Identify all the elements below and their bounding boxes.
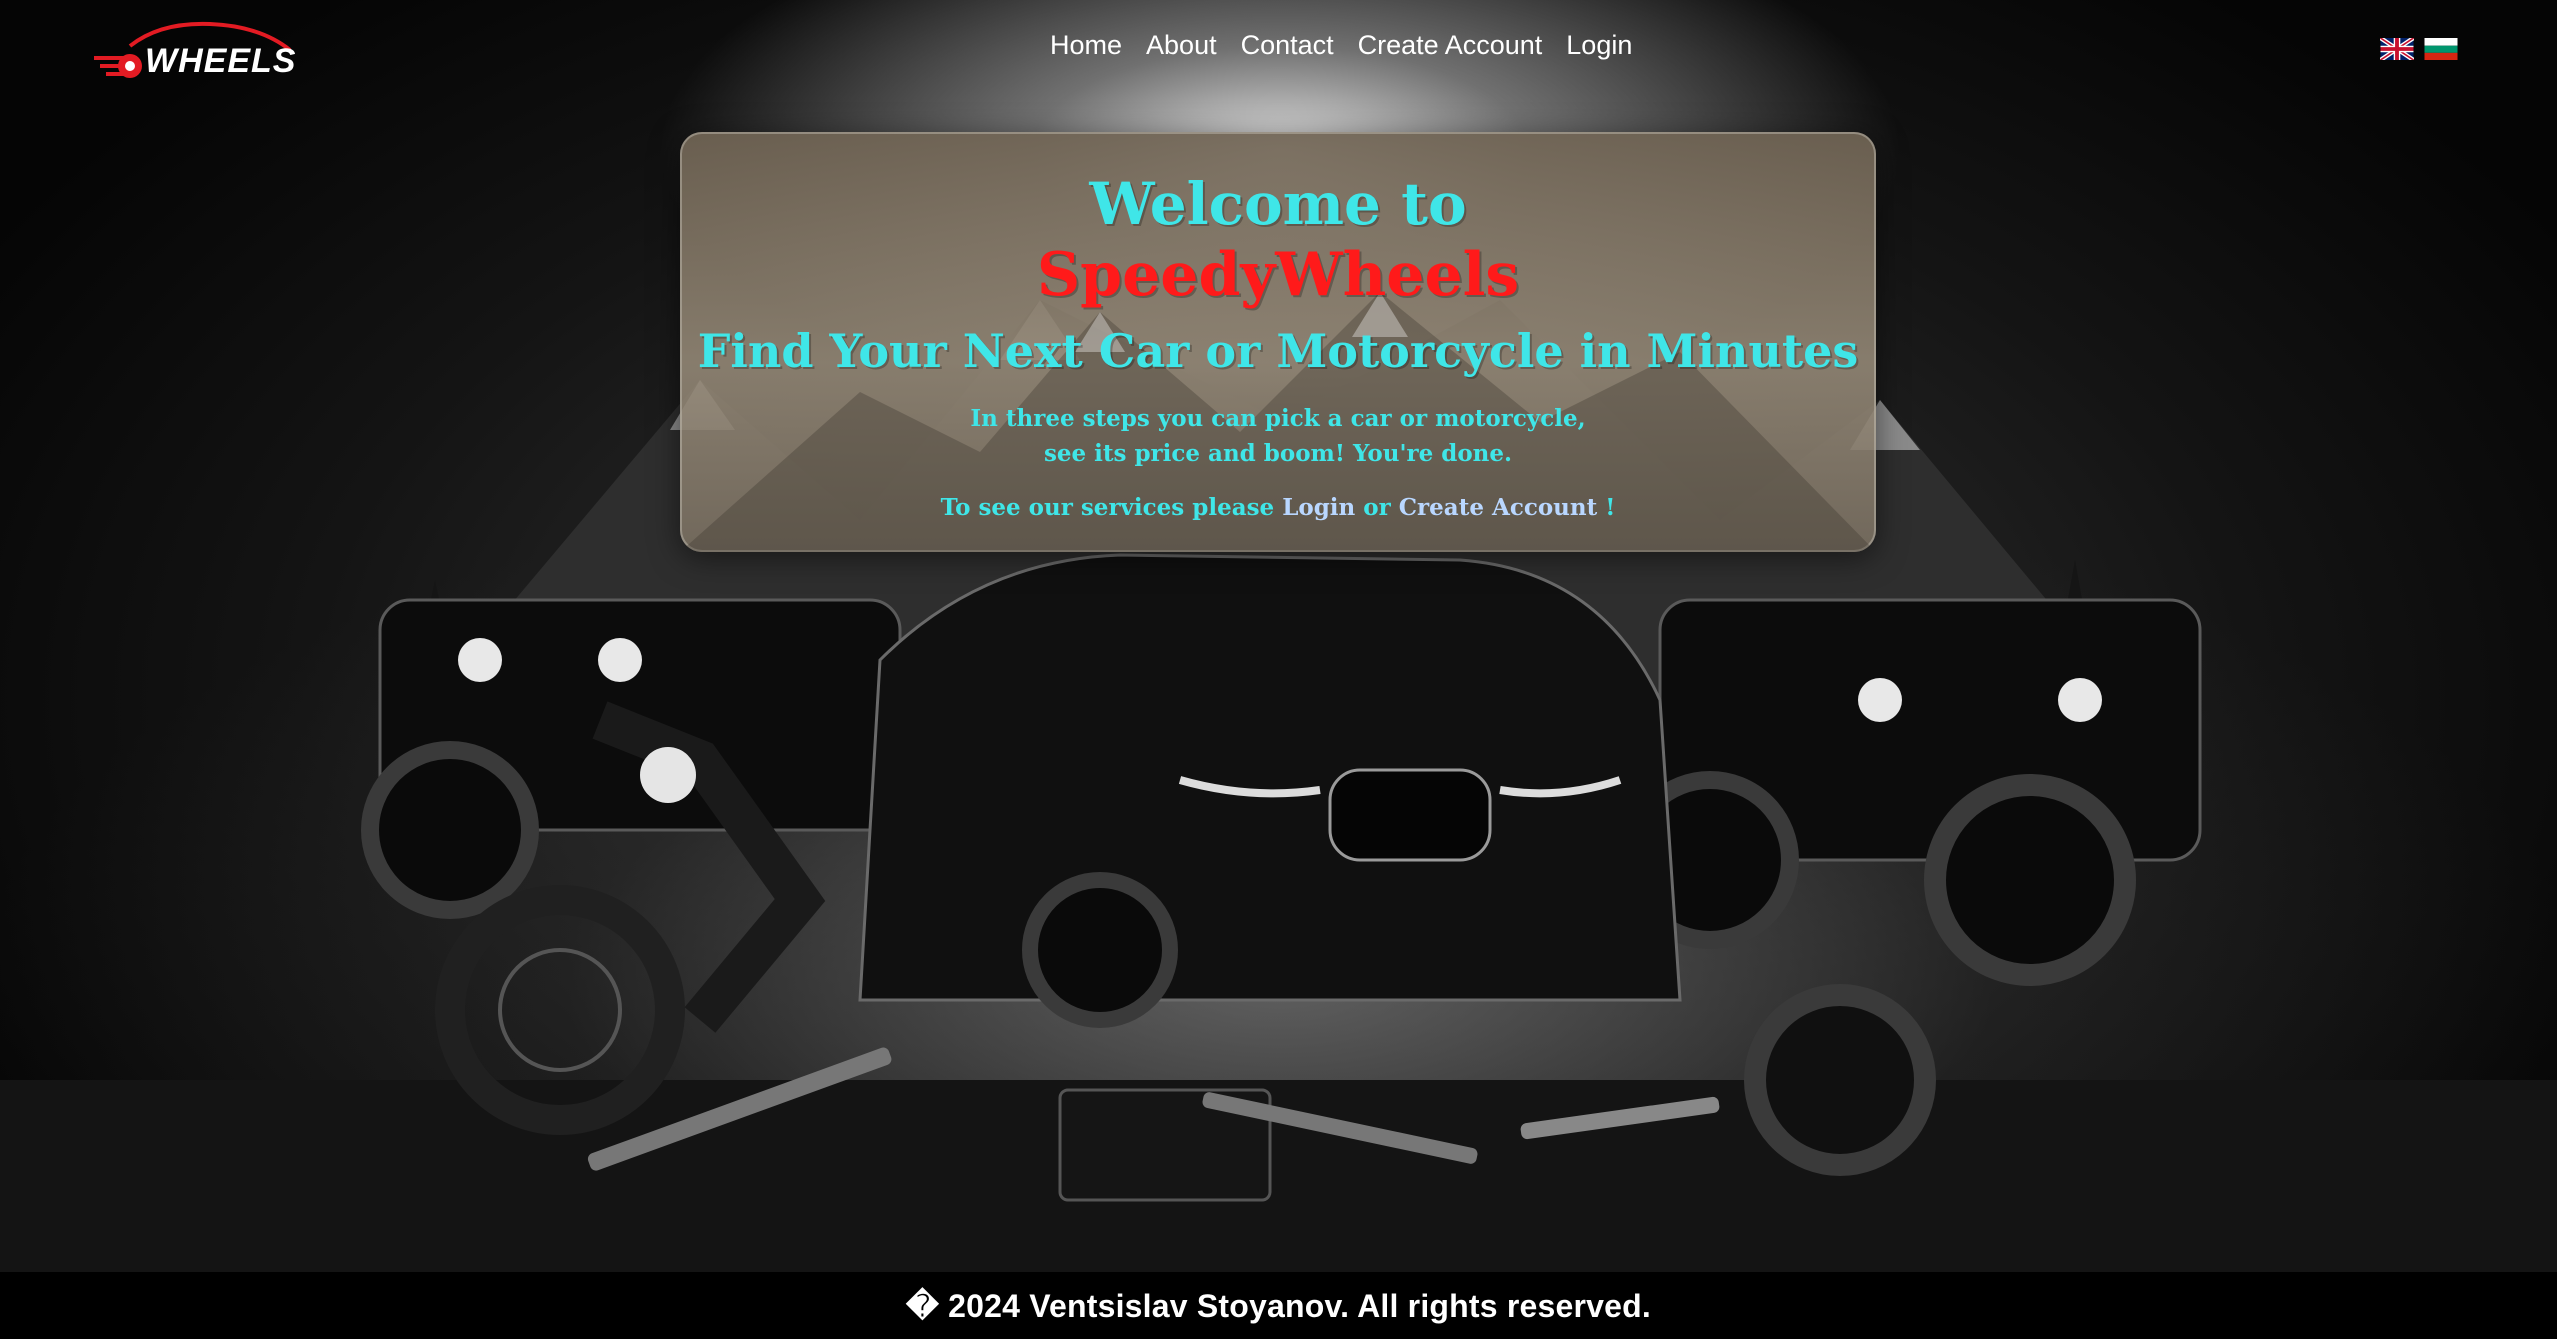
nav-link-home[interactable]: Home [1050, 30, 1122, 61]
cta-or: or [1355, 494, 1399, 521]
nav-link-about[interactable]: About [1146, 30, 1217, 61]
uk-flag-icon[interactable] [2380, 38, 2414, 60]
intro-text-line1: In three steps you can pick a car or mot… [970, 405, 1586, 432]
cta-prefix: To see our services please [940, 494, 1283, 521]
bulgaria-flag-icon[interactable] [2424, 38, 2458, 60]
welcome-panel: Welcome to SpeedyWheels Find Your Next C… [680, 132, 1876, 552]
cta-login-link[interactable]: Login [1282, 494, 1355, 521]
nav-link-contact[interactable]: Contact [1241, 30, 1334, 61]
nav-menu: Home About Contact Create Account Login [1050, 30, 1632, 61]
footer: � 2024 Ventsislav Stoyanov. All rights r… [0, 1272, 2557, 1339]
cta-suffix: ! [1597, 494, 1616, 521]
brand-heading: SpeedyWheels [1036, 240, 1520, 310]
language-switcher [2380, 38, 2458, 60]
copyright-text: � 2024 Ventsislav Stoyanov. All rights r… [906, 1287, 1651, 1324]
logo[interactable]: WHEELS [90, 18, 315, 88]
intro-text-line2: see its price and boom! You're done. [1043, 440, 1513, 467]
nav-link-login[interactable]: Login [1566, 30, 1632, 61]
call-to-action: To see our services please Login or Crea… [680, 494, 1876, 521]
welcome-content: Welcome to SpeedyWheels Find Your Next C… [680, 132, 1876, 552]
nav-link-create-account[interactable]: Create Account [1358, 30, 1543, 61]
top-navigation: WHEELS Home About Contact Create Account… [0, 0, 2557, 100]
tagline-heading: Find Your Next Car or Motorcycle in Minu… [697, 324, 1859, 378]
welcome-heading: Welcome to [1089, 170, 1467, 238]
logo-text: WHEELS [145, 42, 297, 80]
cta-create-account-link[interactable]: Create Account [1399, 494, 1598, 521]
